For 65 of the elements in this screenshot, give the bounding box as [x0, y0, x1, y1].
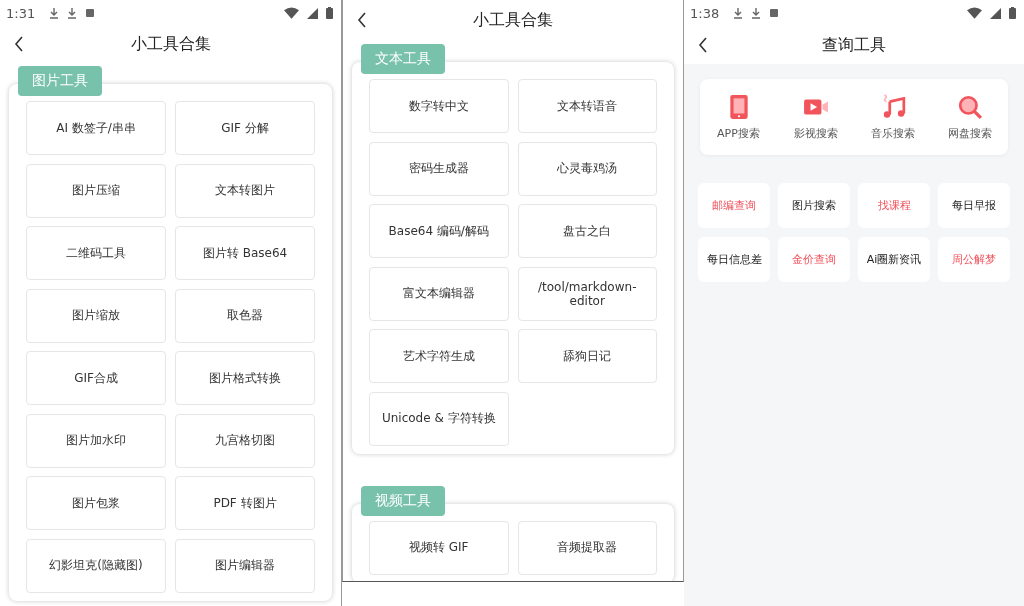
screen-title: 小工具合集: [473, 9, 553, 31]
feature-button[interactable]: 音乐搜索: [854, 93, 931, 141]
feature-button[interactable]: 网盘搜索: [931, 93, 1008, 141]
wifi-icon: [284, 7, 299, 19]
tool-button[interactable]: 图片格式转换: [175, 351, 315, 405]
battery-icon: [326, 7, 333, 19]
query-chip[interactable]: 金价查询: [778, 237, 850, 282]
tool-button[interactable]: 盘古之白: [517, 204, 657, 258]
download-icon: [67, 7, 78, 19]
download-icon: [49, 7, 60, 19]
tool-button[interactable]: Unicode & 字符转换: [369, 391, 509, 446]
tool-button[interactable]: AI 数签子/串串: [26, 101, 166, 155]
tool-button[interactable]: 音频提取器: [517, 520, 657, 575]
tool-button[interactable]: PDF 转图片: [175, 476, 315, 530]
query-chip[interactable]: 每日早报: [938, 183, 1010, 228]
back-icon[interactable]: [357, 12, 367, 28]
tool-button[interactable]: 图片转 Base64: [175, 226, 315, 280]
notification-icon: [769, 7, 780, 19]
tool-button[interactable]: 富文本编辑器: [369, 266, 509, 321]
tool-button[interactable]: 心灵毒鸡汤: [517, 141, 657, 196]
tool-button[interactable]: 视频转 GIF: [369, 520, 509, 575]
tool-button[interactable]: 舔狗日记: [517, 329, 657, 383]
query-chip[interactable]: Ai圈新资讯: [858, 237, 930, 282]
tool-button[interactable]: 图片加水印: [26, 413, 166, 468]
tool-button[interactable]: Base64 编码/解码: [369, 204, 509, 258]
download-icon: [751, 7, 762, 19]
feature-button[interactable]: 影视搜索: [777, 93, 854, 141]
query-chip[interactable]: 图片搜索: [778, 183, 850, 228]
tool-button[interactable]: 图片包浆: [26, 476, 166, 530]
status-time: 1:38: [690, 5, 720, 21]
section-tag: 文本工具: [361, 44, 445, 74]
signal-icon: [307, 7, 318, 19]
download-icon: [733, 7, 744, 19]
tool-button[interactable]: 艺术字符生成: [369, 329, 509, 383]
tool-button[interactable]: 九宫格切图: [175, 413, 315, 468]
feature-button[interactable]: APP搜索: [700, 93, 777, 141]
search-icon: [956, 93, 983, 120]
back-icon[interactable]: [14, 36, 24, 52]
tool-button[interactable]: GIF合成: [26, 351, 166, 405]
tool-button[interactable]: 图片压缩: [26, 163, 166, 218]
section-tag: 视频工具: [361, 485, 445, 516]
tool-button[interactable]: 二维码工具: [26, 226, 166, 280]
tool-button[interactable]: 密码生成器: [369, 141, 509, 196]
query-chip[interactable]: 邮编查询: [698, 183, 770, 228]
tool-button[interactable]: GIF 分解: [175, 101, 315, 155]
status-time: 1:31: [6, 5, 36, 21]
notification-icon: [85, 7, 96, 19]
screen-title: 查询工具: [822, 34, 886, 56]
section-tag: 图片工具: [18, 66, 102, 96]
tool-button[interactable]: 取色器: [175, 288, 315, 343]
tool-button[interactable]: 文本转语音: [517, 79, 657, 133]
tool-button[interactable]: 图片缩放: [26, 288, 166, 343]
battery-icon: [1009, 7, 1016, 19]
query-chip[interactable]: 周公解梦: [938, 237, 1010, 282]
tool-button[interactable]: 幻影坦克(隐藏图): [26, 538, 166, 593]
tool-button[interactable]: 数字转中文: [369, 79, 509, 133]
query-chip[interactable]: 找课程: [858, 183, 930, 228]
signal-icon: [990, 7, 1001, 19]
screen-title: 小工具合集: [130, 33, 211, 55]
back-icon[interactable]: [698, 37, 708, 53]
query-chip[interactable]: 每日信息差: [698, 237, 770, 282]
wifi-icon: [967, 7, 982, 19]
tool-button[interactable]: /tool/markdown-editor: [517, 266, 657, 321]
tool-button[interactable]: 文本转图片: [175, 163, 315, 218]
tool-button[interactable]: 图片编辑器: [175, 538, 315, 593]
